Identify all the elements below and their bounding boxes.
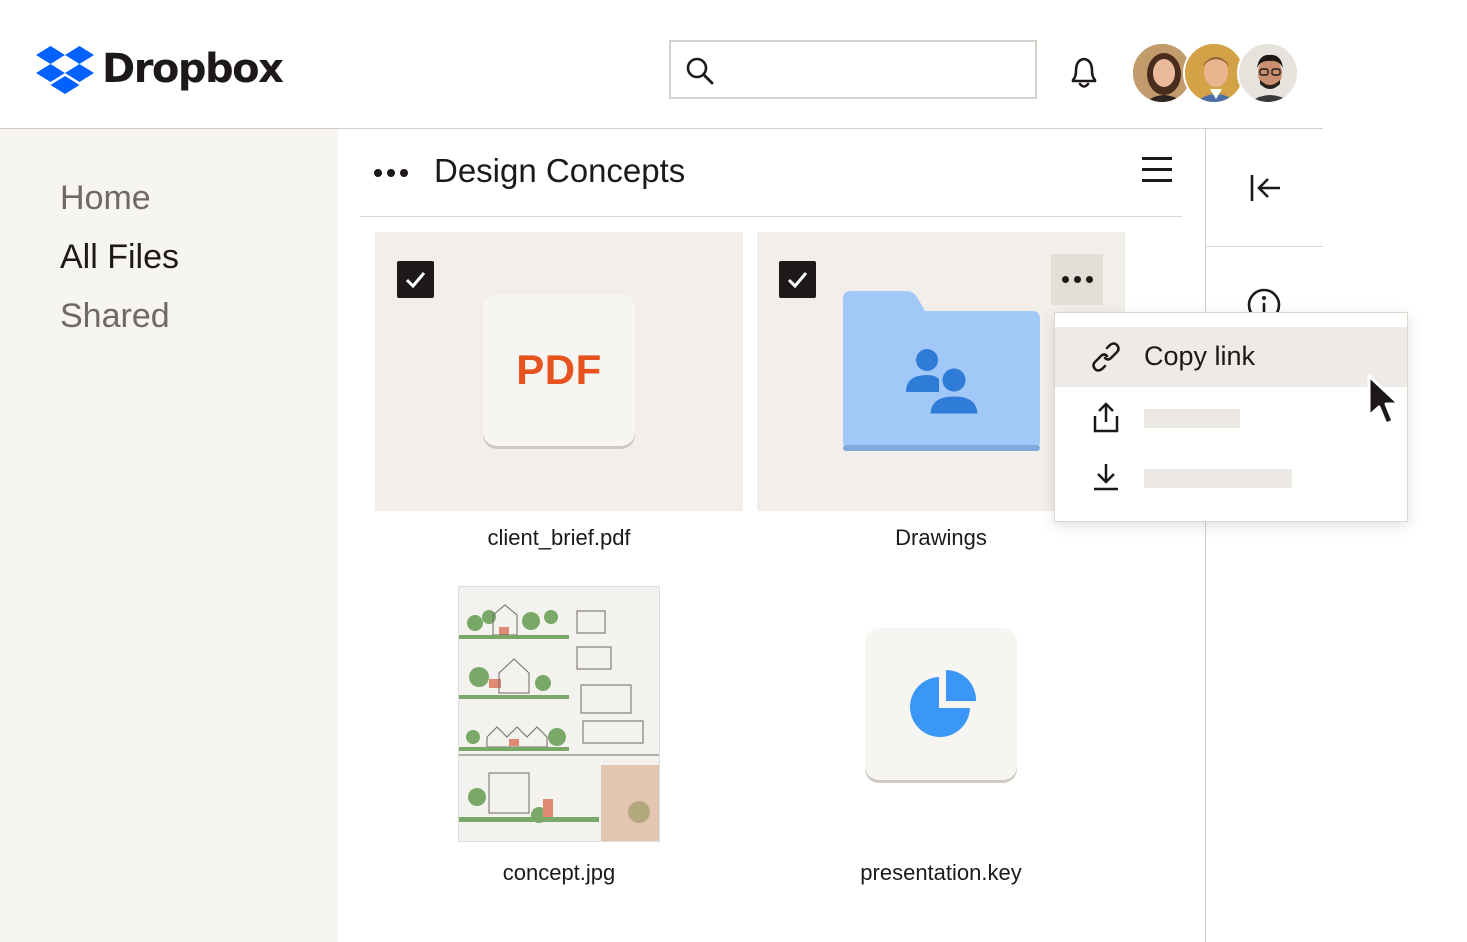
top-header: Dropbox	[0, 0, 1323, 129]
pdf-file-icon: PDF	[483, 294, 635, 446]
breadcrumb-more-icon[interactable]	[374, 169, 408, 177]
file-name[interactable]: Drawings	[757, 525, 1125, 551]
image-thumbnail[interactable]	[458, 586, 660, 842]
keynote-file-icon[interactable]	[865, 628, 1017, 780]
brand-name: Dropbox	[102, 46, 284, 92]
avatar[interactable]	[1237, 42, 1299, 104]
selected-checkbox[interactable]	[397, 261, 434, 298]
selected-checkbox[interactable]	[779, 261, 816, 298]
file-name[interactable]: presentation.key	[757, 860, 1125, 886]
checkmark-icon	[405, 272, 426, 289]
avatar[interactable]	[1183, 42, 1245, 104]
folder-header: Design Concepts	[360, 129, 1182, 217]
checkmark-icon	[787, 272, 808, 289]
mouse-cursor-icon	[1367, 374, 1401, 426]
link-icon	[1092, 342, 1120, 372]
dropbox-logo[interactable]: Dropbox	[36, 44, 284, 94]
file-name[interactable]: client_brief.pdf	[375, 525, 743, 551]
context-menu: Copy link	[1054, 312, 1408, 522]
details-panel	[1206, 129, 1323, 942]
sidebar-item-shared[interactable]: Shared	[60, 297, 170, 336]
share-icon	[1093, 402, 1119, 433]
file-browser: Design Concepts PDF client_brief.pdf Dra…	[338, 129, 1206, 942]
menu-item-copy-link[interactable]: Copy link	[1055, 327, 1407, 387]
menu-item-download[interactable]	[1055, 447, 1407, 507]
pdf-badge: PDF	[516, 346, 602, 393]
more-actions-button[interactable]	[1051, 254, 1103, 305]
menu-item-label: Copy link	[1144, 341, 1256, 371]
download-icon	[1094, 464, 1118, 491]
collaborator-avatars[interactable]	[1131, 42, 1301, 104]
sidebar: Home All Files Shared	[0, 129, 338, 942]
dropbox-logo-icon	[36, 46, 94, 94]
sidebar-item-home[interactable]: Home	[60, 179, 151, 218]
shared-folder-icon	[843, 291, 1040, 451]
divider	[1206, 246, 1323, 247]
view-menu-icon[interactable]	[1142, 157, 1172, 182]
menu-item-share[interactable]	[1055, 387, 1407, 447]
bell-icon[interactable]	[1064, 52, 1104, 92]
pie-chart-icon	[910, 670, 977, 737]
collapse-panel-icon[interactable]	[1248, 171, 1282, 205]
search-icon	[686, 57, 714, 85]
search-input[interactable]	[669, 40, 1037, 99]
menu-item-label-placeholder	[1144, 469, 1292, 488]
sidebar-item-all-files[interactable]: All Files	[60, 238, 179, 277]
file-tile-client-brief[interactable]: PDF	[375, 232, 743, 511]
file-name[interactable]: concept.jpg	[375, 860, 743, 886]
page-title: Design Concepts	[434, 152, 686, 189]
menu-item-label-placeholder	[1144, 409, 1240, 428]
